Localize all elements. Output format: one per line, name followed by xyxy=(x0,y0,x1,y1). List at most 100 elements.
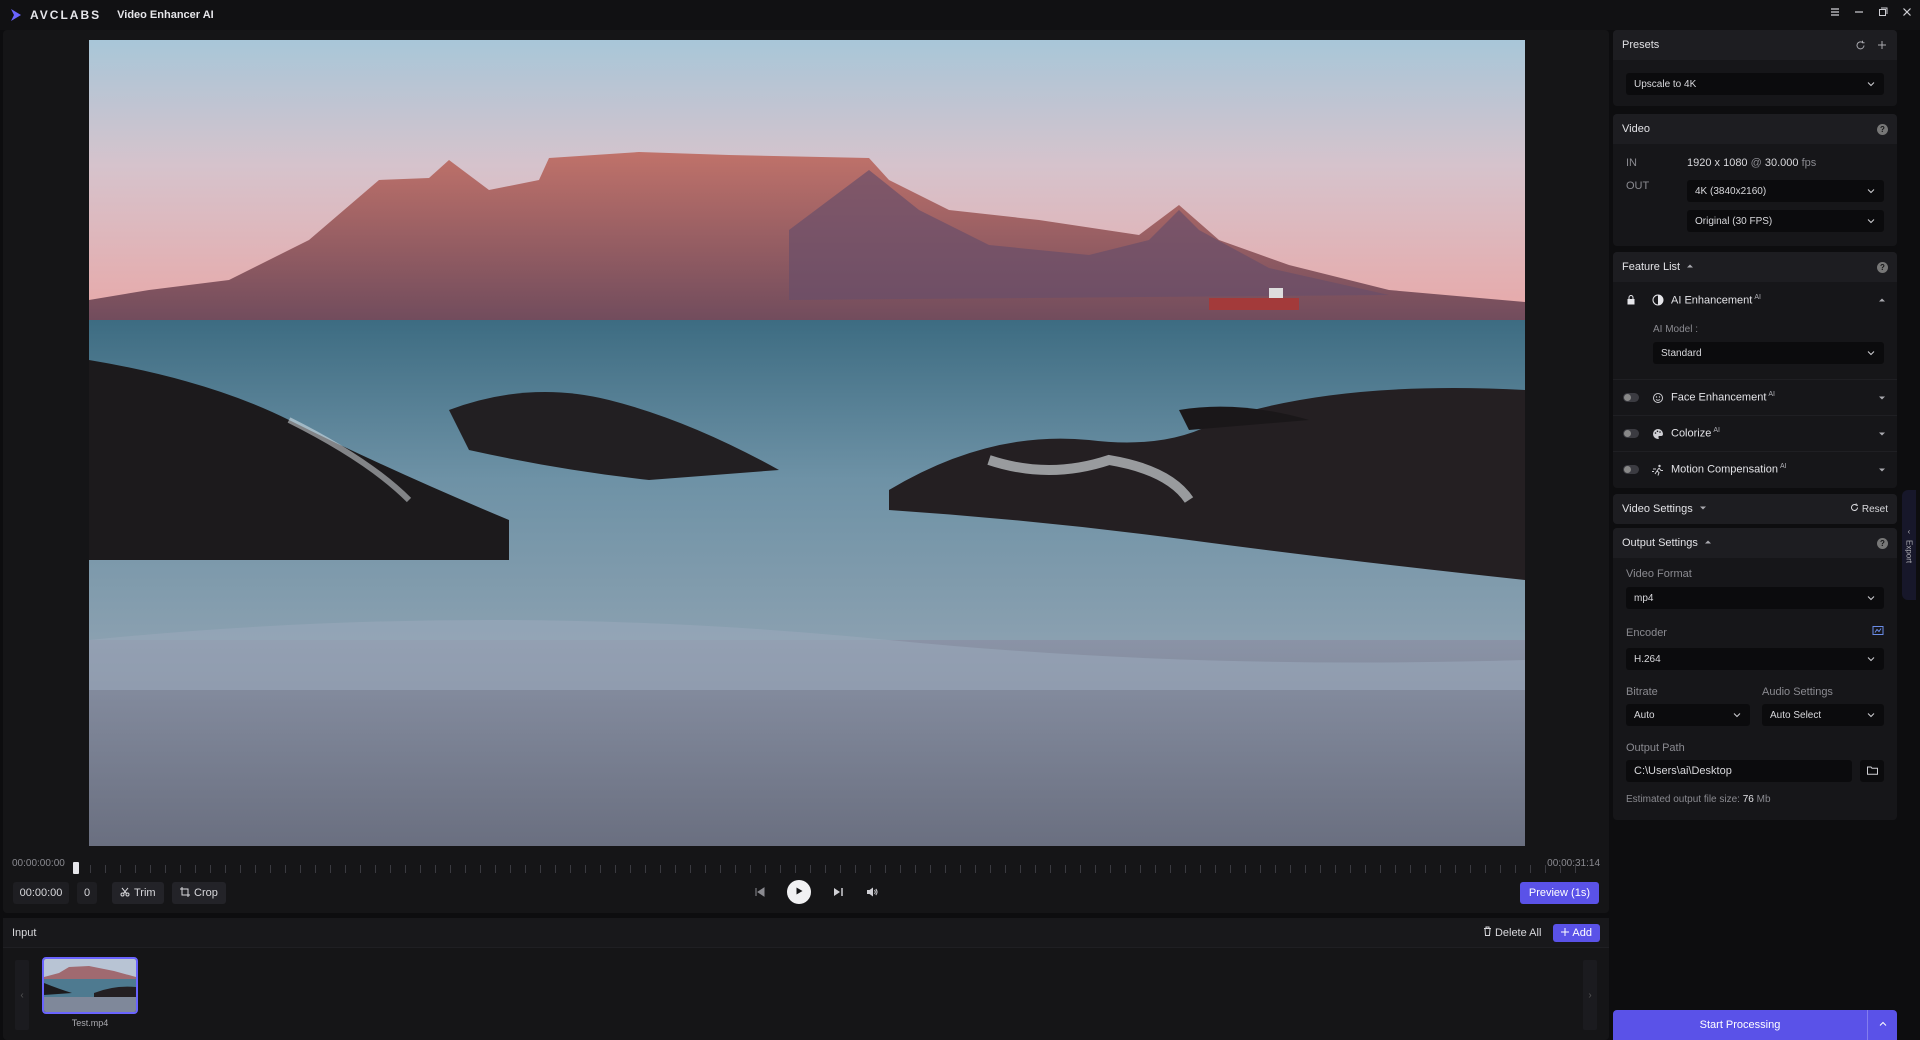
start-options-button[interactable] xyxy=(1867,1010,1897,1040)
gpu-settings-icon[interactable] xyxy=(1872,625,1884,640)
scroll-right-button[interactable]: › xyxy=(1583,960,1597,1030)
reset-button[interactable]: Reset xyxy=(1850,503,1888,515)
video-format-label: Video Format xyxy=(1626,568,1692,580)
logo-text: AVCLABS xyxy=(30,8,102,22)
refresh-icon[interactable] xyxy=(1854,39,1866,51)
add-preset-icon[interactable] xyxy=(1876,39,1888,51)
presets-title: Presets xyxy=(1622,39,1660,51)
caret-down-icon[interactable] xyxy=(1877,429,1887,439)
video-preview[interactable] xyxy=(89,40,1525,846)
motion-compensation-toggle[interactable] xyxy=(1623,465,1639,474)
output-path-value: C:\Users\ai\Desktop xyxy=(1634,765,1732,777)
caret-down-icon[interactable] xyxy=(1877,465,1887,475)
bitrate-label: Bitrate xyxy=(1626,686,1658,698)
delete-all-label: Delete All xyxy=(1494,926,1542,939)
title-bar: AVCLABS Video Enhancer AI xyxy=(0,0,1920,30)
maximize-icon[interactable] xyxy=(1876,6,1890,22)
motion-compensation-label: Motion Compensation AI xyxy=(1671,463,1787,476)
output-resolution-value: 4K (3840x2160) xyxy=(1695,185,1767,197)
trim-button[interactable]: Trim xyxy=(112,882,164,904)
output-settings-card: Output Settings ? Video Format mp4 Encod… xyxy=(1613,528,1897,820)
ai-model-value: Standard xyxy=(1661,347,1702,359)
caret-up-icon[interactable] xyxy=(1877,295,1887,305)
next-frame-icon[interactable] xyxy=(831,885,845,899)
face-enhancement-toggle[interactable] xyxy=(1623,393,1639,402)
file-thumbnail[interactable] xyxy=(42,957,138,1014)
menu-icon[interactable] xyxy=(1828,6,1842,22)
audio-settings-select[interactable]: Auto Select xyxy=(1762,704,1884,726)
caret-down-icon[interactable] xyxy=(1699,503,1707,515)
bitrate-value: Auto xyxy=(1634,709,1655,721)
avclabs-logo-icon xyxy=(10,8,22,22)
caret-down-icon[interactable] xyxy=(1877,393,1887,403)
frame-field[interactable]: 0 xyxy=(77,882,97,904)
feature-motion-compensation[interactable]: Motion Compensation AI xyxy=(1613,451,1897,487)
chevron-left-icon: ‹ xyxy=(20,989,24,1001)
bitrate-select[interactable]: Auto xyxy=(1626,704,1750,726)
feature-face-enhancement[interactable]: Face Enhancement AI xyxy=(1613,379,1897,415)
video-card: Video ? IN 1920 x 1080 @ 30.000 fps OUT … xyxy=(1613,114,1897,246)
volume-icon[interactable] xyxy=(865,885,879,899)
chevron-down-icon xyxy=(1732,710,1742,720)
encoder-select[interactable]: H.264 xyxy=(1626,648,1884,670)
chevron-up-icon xyxy=(1878,1019,1888,1032)
caret-up-icon[interactable] xyxy=(1704,537,1712,549)
feature-list-title[interactable]: Feature List xyxy=(1622,261,1680,273)
preset-select[interactable]: Upscale to 4K xyxy=(1626,73,1884,95)
audio-settings-label: Audio Settings xyxy=(1762,686,1833,698)
caret-up-icon[interactable] xyxy=(1686,261,1694,273)
play-button[interactable] xyxy=(787,880,811,904)
chevron-down-icon xyxy=(1866,710,1876,720)
ai-model-select[interactable]: Standard xyxy=(1653,342,1884,364)
output-fps-value: Original (30 FPS) xyxy=(1695,215,1773,227)
minimize-icon[interactable] xyxy=(1852,6,1866,22)
output-settings-title[interactable]: Output Settings xyxy=(1622,537,1698,549)
ai-enhancement-label: AI Enhancement AI xyxy=(1671,293,1761,307)
colorize-toggle[interactable] xyxy=(1623,429,1639,438)
crop-icon xyxy=(180,886,190,900)
video-title: Video xyxy=(1622,123,1650,135)
audio-settings-value: Auto Select xyxy=(1770,709,1822,721)
input-panel: Input Delete All Add ‹ Test.mp4 › xyxy=(3,918,1609,1040)
start-processing-bar: Start Processing xyxy=(1613,1010,1897,1040)
reset-label: Reset xyxy=(1861,503,1888,515)
preset-value: Upscale to 4K xyxy=(1634,78,1697,90)
help-icon[interactable]: ? xyxy=(1877,123,1888,135)
browse-folder-button[interactable] xyxy=(1860,760,1884,782)
timeline-track[interactable] xyxy=(75,865,1585,873)
feature-ai-enhancement[interactable]: AI Enhancement AI xyxy=(1613,282,1897,318)
encoder-value: H.264 xyxy=(1634,653,1661,665)
video-settings-card: Video Settings Reset xyxy=(1613,494,1897,524)
close-icon[interactable] xyxy=(1900,6,1914,22)
chevron-down-icon xyxy=(1866,216,1876,226)
timeline-playhead[interactable] xyxy=(73,862,79,874)
output-path-field[interactable]: C:\Users\ai\Desktop xyxy=(1626,760,1852,782)
help-icon[interactable]: ? xyxy=(1877,261,1888,273)
output-resolution-select[interactable]: 4K (3840x2160) xyxy=(1687,180,1884,202)
trash-icon xyxy=(1483,926,1492,939)
delete-all-button[interactable]: Delete All xyxy=(1483,926,1541,939)
current-time-field[interactable]: 00:00:00 xyxy=(13,882,69,904)
video-format-select[interactable]: mp4 xyxy=(1626,587,1884,609)
add-label: Add xyxy=(1572,926,1592,939)
skip-back-icon[interactable] xyxy=(753,885,767,899)
out-label: OUT xyxy=(1626,180,1650,192)
plus-icon xyxy=(1561,927,1570,939)
start-processing-button[interactable]: Start Processing xyxy=(1613,1019,1867,1031)
output-fps-select[interactable]: Original (30 FPS) xyxy=(1687,210,1884,232)
lock-icon xyxy=(1623,295,1639,305)
preview-button[interactable]: Preview (1s) xyxy=(1519,882,1599,904)
scroll-left-button[interactable]: ‹ xyxy=(15,960,29,1030)
video-settings-title[interactable]: Video Settings xyxy=(1622,503,1693,515)
export-side-tab[interactable]: ‹ Export xyxy=(1902,490,1916,600)
feature-colorize[interactable]: Colorize AI xyxy=(1613,415,1897,451)
palette-icon xyxy=(1651,427,1665,441)
preview-panel: 00:00:00:00 00:00:31:14 00:00:00 0 Trim … xyxy=(3,30,1609,913)
help-icon[interactable]: ? xyxy=(1877,537,1888,549)
folder-icon xyxy=(1866,765,1878,778)
ai-model-label: AI Model : xyxy=(1653,324,1699,335)
crop-button[interactable]: Crop xyxy=(172,882,226,904)
reset-icon xyxy=(1850,503,1859,515)
video-format-value: mp4 xyxy=(1634,592,1654,604)
add-button[interactable]: Add xyxy=(1553,923,1600,942)
